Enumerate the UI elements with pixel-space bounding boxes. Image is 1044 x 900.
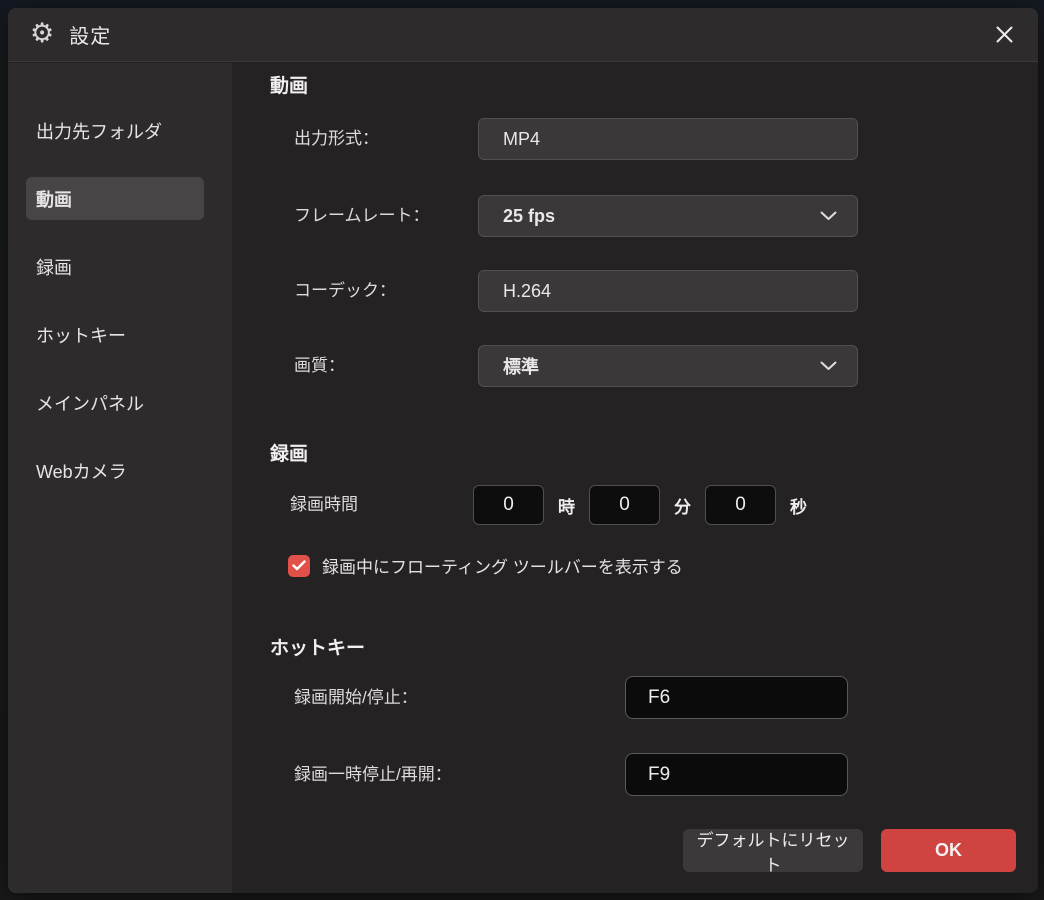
sidebar-item-main-panel[interactable]: メインパネル xyxy=(26,381,204,424)
pause-resume-hotkey-input[interactable] xyxy=(625,753,848,796)
quality-label: 画質： xyxy=(294,345,345,387)
duration-inputs: 時 分 秒 xyxy=(473,485,810,525)
settings-dialog: ⚙ 設定 出力先フォルダ 動画 録画 ホットキー メインパネル xyxy=(8,8,1038,893)
seconds-input[interactable] xyxy=(705,485,776,525)
sidebar-item-label: ホットキー xyxy=(36,322,126,348)
minutes-unit: 分 xyxy=(671,493,694,518)
floating-toolbar-option[interactable]: 録画中にフローティング ツールバーを表示する xyxy=(288,553,683,578)
sidebar-item-webcam[interactable]: Webカメラ xyxy=(26,449,204,492)
sidebar-item-video[interactable]: 動画 xyxy=(26,177,204,220)
sidebar-item-label: 出力先フォルダ xyxy=(36,118,162,144)
checkbox-checked-icon[interactable] xyxy=(288,555,310,577)
seconds-unit: 秒 xyxy=(787,493,810,518)
frame-rate-select[interactable]: 25 fps xyxy=(478,195,858,237)
output-format-field[interactable] xyxy=(478,118,858,160)
close-button[interactable] xyxy=(988,19,1020,51)
frame-rate-value: 25 fps xyxy=(503,206,555,227)
pause-resume-label: 録画一時停止/再開： xyxy=(294,753,452,796)
hours-unit: 時 xyxy=(555,493,578,518)
gear-icon: ⚙ xyxy=(30,20,54,47)
floating-toolbar-label: 録画中にフローティング ツールバーを表示する xyxy=(322,553,683,578)
recording-section-header: 録画 xyxy=(270,439,308,466)
ok-button[interactable]: OK xyxy=(881,829,1016,872)
close-icon xyxy=(995,25,1014,44)
dialog-title: 設定 xyxy=(69,20,111,49)
sidebar-item-label: メインパネル xyxy=(36,390,144,416)
minutes-input[interactable] xyxy=(589,485,660,525)
hotkey-section-header: ホットキー xyxy=(270,633,365,660)
chevron-down-icon xyxy=(820,211,837,221)
sidebar-item-label: 動画 xyxy=(36,186,72,212)
codec-field[interactable] xyxy=(478,270,858,312)
sidebar-item-recording[interactable]: 録画 xyxy=(26,245,204,288)
codec-label: コーデック： xyxy=(294,270,396,312)
start-stop-hotkey-input[interactable] xyxy=(625,676,848,719)
video-section-header: 動画 xyxy=(270,71,308,98)
frame-rate-label: フレームレート： xyxy=(294,195,430,237)
sidebar-item-label: Webカメラ xyxy=(36,458,127,484)
sidebar-item-label: 録画 xyxy=(36,254,72,280)
quality-value: 標準 xyxy=(503,353,539,379)
duration-label: 録画時間 xyxy=(290,485,358,525)
title-bar: ⚙ 設定 xyxy=(8,8,1038,62)
sidebar-item-hotkey[interactable]: ホットキー xyxy=(26,313,204,356)
sidebar: 出力先フォルダ 動画 録画 ホットキー メインパネル Webカメラ xyxy=(8,63,232,893)
start-stop-label: 録画開始/停止： xyxy=(294,676,418,719)
sidebar-item-output-folder[interactable]: 出力先フォルダ xyxy=(26,109,204,152)
settings-content: 動画 出力形式： フレームレート： 25 fps コーデック： 画質： 標準 録… xyxy=(232,63,1038,893)
quality-select[interactable]: 標準 xyxy=(478,345,858,387)
output-format-label: 出力形式： xyxy=(294,118,379,160)
hours-input[interactable] xyxy=(473,485,544,525)
reset-to-default-button[interactable]: デフォルトにリセット xyxy=(683,829,863,872)
chevron-down-icon xyxy=(820,361,837,371)
